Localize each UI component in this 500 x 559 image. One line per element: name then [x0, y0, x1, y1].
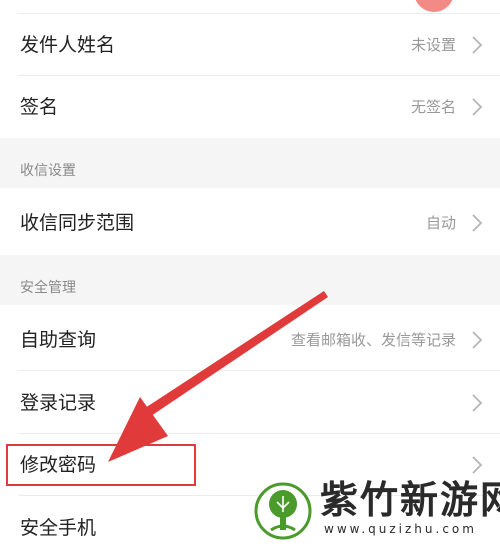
chevron-right-icon	[472, 456, 483, 474]
self-query-value: 查看邮箱收、发信等记录	[290, 331, 456, 349]
sync-range-value: 自动	[425, 214, 456, 232]
row-sync-range[interactable]: 收信同步范围 自动	[0, 192, 500, 254]
watermark-url: www.quzizhu.com	[324, 522, 477, 536]
chevron-right-icon	[472, 394, 483, 412]
section-header-security: 安全管理	[0, 255, 500, 305]
chevron-right-icon	[472, 98, 483, 116]
chevron-right-icon	[472, 36, 483, 54]
signature-label: 签名	[20, 96, 59, 118]
chevron-right-icon	[472, 214, 483, 232]
sync-range-label: 收信同步范围	[20, 212, 135, 234]
avatar[interactable]	[414, 0, 454, 12]
divider	[18, 370, 500, 371]
section-title-security: 安全管理	[20, 280, 76, 296]
login-records-label: 登录记录	[20, 392, 97, 414]
section-header-receive: 收信设置	[0, 138, 500, 188]
tree-logo-icon	[254, 482, 312, 540]
chevron-right-icon	[472, 331, 483, 349]
signature-value: 无签名	[410, 98, 456, 116]
watermark-name: 紫竹新游网	[320, 477, 500, 522]
annotation-highlight-box	[6, 444, 196, 486]
sender-name-label: 发件人姓名	[20, 34, 116, 56]
sender-name-value: 未设置	[410, 36, 456, 54]
row-login-records[interactable]: 登录记录	[0, 372, 500, 434]
section-title-receive: 收信设置	[20, 163, 76, 179]
row-self-query[interactable]: 自助查询 查看邮箱收、发信等记录	[0, 309, 500, 371]
row-signature[interactable]: 签名 无签名	[0, 76, 500, 138]
row-sender-name[interactable]: 发件人姓名 未设置	[0, 14, 500, 76]
security-phone-label: 安全手机	[20, 517, 97, 539]
self-query-label: 自助查询	[20, 329, 97, 351]
